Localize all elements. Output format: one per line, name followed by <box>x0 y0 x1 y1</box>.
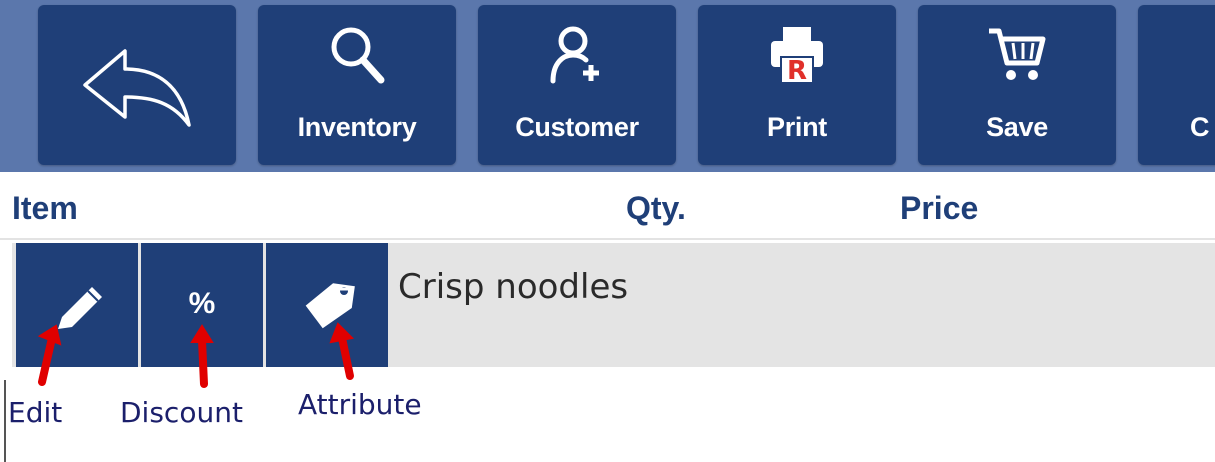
save-label: Save <box>986 112 1048 142</box>
edit-callout: Edit <box>8 396 63 429</box>
svg-text:R: R <box>787 56 807 86</box>
save-button[interactable]: Save <box>918 5 1116 165</box>
attribute-callout: Attribute <box>298 388 422 421</box>
search-icon <box>331 27 385 84</box>
qty-column-header: Qty. <box>626 190 686 226</box>
edit-button[interactable] <box>16 243 138 367</box>
back-arrow-icon <box>83 49 191 127</box>
item-column-header: Item <box>12 190 78 226</box>
back-button[interactable] <box>38 5 236 165</box>
print-button[interactable]: R Print <box>698 5 896 165</box>
percent-icon: % <box>188 287 216 320</box>
add-user-icon <box>550 26 599 84</box>
discount-callout: Discount <box>120 396 243 429</box>
inventory-button[interactable]: Inventory <box>258 5 456 165</box>
attribute-button[interactable] <box>266 243 388 367</box>
cart-icon <box>989 28 1046 80</box>
customer-button[interactable]: Customer <box>478 5 676 165</box>
item-name: Crisp noodles <box>398 267 629 307</box>
item-row[interactable]: % Crisp noodles <box>12 243 1215 367</box>
customer-label: Customer <box>515 112 639 142</box>
left-edge-line <box>4 380 6 462</box>
price-column-header: Price <box>900 190 979 226</box>
printer-icon: R <box>771 27 823 86</box>
partial-toolbar-button[interactable]: C <box>1138 5 1215 165</box>
print-label: Print <box>766 112 827 142</box>
discount-button[interactable]: % <box>141 243 263 367</box>
column-header: Item Qty. Price <box>0 172 1215 240</box>
tag-icon <box>305 283 355 329</box>
partial-label: C <box>1190 112 1210 142</box>
pencil-icon <box>58 287 102 329</box>
toolbar: Inventory Customer R Print Save C <box>0 0 1215 172</box>
inventory-label: Inventory <box>297 112 417 142</box>
